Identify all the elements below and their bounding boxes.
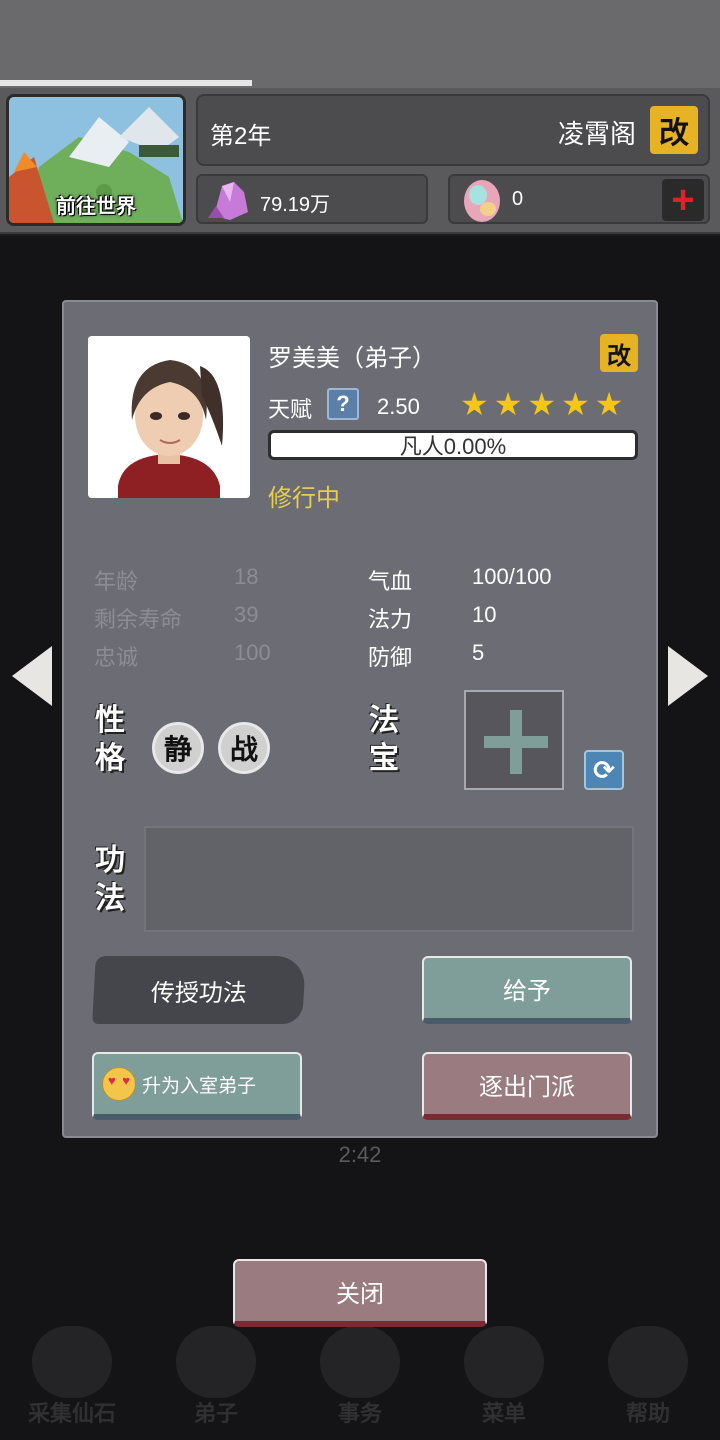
trait-badge[interactable]: 战	[218, 722, 270, 774]
treasure-title-char: 宝	[369, 742, 399, 775]
attr-label: 年龄	[94, 569, 139, 594]
attr-label: 忠诚	[94, 645, 139, 670]
disciple-name: 罗美美（弟子）	[268, 345, 436, 372]
talent-stars: ★ ★ ★ ★ ★	[460, 388, 623, 420]
rename-disciple-button[interactable]: 改	[600, 334, 638, 372]
disciple-icon	[176, 1326, 256, 1398]
nav-label: 帮助	[625, 1401, 670, 1426]
trait-badge[interactable]: 静	[152, 722, 204, 774]
attr-value: 5	[472, 640, 485, 665]
nav-menu[interactable]: 菜单	[432, 1320, 576, 1440]
star-icon: ★	[460, 386, 489, 422]
spirit-stone-value: 79.19万	[260, 194, 331, 216]
rename-sect-button[interactable]: 改	[650, 106, 698, 154]
next-disciple-arrow[interactable]	[668, 646, 708, 706]
sect-name: 凌霄阁	[557, 119, 636, 149]
personality-title: 性 格	[90, 702, 130, 778]
attr-label: 剩余寿命	[94, 607, 183, 632]
nav-label: 弟子	[193, 1401, 238, 1426]
attr-label: 气血	[368, 569, 413, 594]
expel-button[interactable]: 逐出门派	[422, 1052, 632, 1120]
spirit-stone-counter: 79.19万	[196, 174, 428, 224]
talent-help-button[interactable]: ?	[327, 388, 359, 420]
skills-title-char: 功	[95, 844, 125, 877]
teach-skill-button[interactable]: 传授功法	[92, 956, 306, 1024]
year-sect-panel: 第2年 凌霄阁 改	[196, 94, 710, 166]
talent-value: 2.50	[377, 394, 420, 419]
treasure-title-char: 法	[369, 704, 399, 737]
nav-disciples[interactable]: 弟子	[144, 1320, 288, 1440]
status-strip	[0, 0, 720, 88]
skills-list-area[interactable]	[144, 826, 634, 932]
star-icon: ★	[561, 386, 590, 422]
plus-icon: +	[671, 178, 695, 222]
treasure-title: 法 宝	[364, 702, 404, 778]
personality-title-char: 格	[95, 742, 125, 775]
disciple-detail-dialog: 罗美美（弟子） 改 天赋 ? 2.50 ★ ★ ★ ★ ★ 凡人0.00% 修行…	[62, 300, 658, 1138]
attr-value: 10	[472, 602, 497, 627]
attr-value: 100	[234, 640, 271, 665]
bottom-nav: 采集仙石 弟子 事务 菜单 帮助	[0, 1320, 720, 1440]
gem-value: 0	[512, 188, 524, 210]
skills-title: 功 法	[90, 842, 130, 918]
add-plus-icon	[510, 710, 522, 774]
cultivation-progress-label: 凡人0.00%	[399, 434, 507, 459]
nav-label: 采集仙石	[27, 1401, 116, 1426]
disciple-avatar-icon	[88, 336, 250, 498]
talent-label: 天赋	[268, 397, 313, 422]
nav-label: 菜单	[481, 1401, 526, 1426]
refresh-icon[interactable]: ⟳	[584, 750, 624, 790]
nav-gather-stones[interactable]: 采集仙石	[0, 1320, 144, 1440]
give-button[interactable]: 给予	[422, 956, 632, 1024]
scroll-icon	[320, 1326, 400, 1398]
attr-value: 18	[234, 564, 259, 589]
add-gems-button[interactable]: +	[662, 179, 704, 221]
loading-bar	[0, 80, 252, 86]
nav-help[interactable]: 帮助	[576, 1320, 720, 1440]
star-icon: ★	[594, 386, 624, 422]
gem-counter: 0 +	[448, 174, 710, 224]
heart-eyes-emoji-icon	[102, 1067, 136, 1101]
cultivation-progress-bar: 凡人0.00%	[268, 430, 638, 460]
menu-grid-icon	[464, 1326, 544, 1398]
attr-value: 39	[234, 602, 259, 627]
attr-label: 防御	[368, 645, 413, 670]
promote-label: 升为入室弟子	[142, 1075, 257, 1097]
skills-title-char: 法	[95, 882, 125, 915]
star-icon: ★	[493, 386, 523, 422]
personality-title-char: 性	[95, 704, 125, 737]
help-icon	[608, 1326, 688, 1398]
attr-value: 100/100	[472, 564, 552, 589]
spirit-stone-icon	[208, 182, 248, 220]
close-button[interactable]: 关闭	[233, 1259, 487, 1327]
go-to-world-label: 前往世界	[56, 196, 136, 218]
disciple-status: 修行中	[268, 485, 340, 512]
previous-disciple-arrow[interactable]	[12, 646, 52, 706]
disciple-portrait	[88, 336, 250, 498]
promote-disciple-button[interactable]: 升为入室弟子	[92, 1052, 302, 1120]
go-to-world-button[interactable]: 前往世界	[6, 94, 186, 226]
nav-affairs[interactable]: 事务	[288, 1320, 432, 1440]
treasure-slot-add[interactable]	[464, 690, 564, 790]
nav-label: 事务	[337, 1401, 382, 1426]
star-icon: ★	[527, 386, 557, 422]
year-label: 第2年	[210, 123, 272, 150]
background-timer: 2:42	[338, 1142, 382, 1167]
gem-egg-icon	[464, 180, 500, 222]
pickaxe-icon	[32, 1326, 112, 1398]
attr-label: 法力	[368, 607, 413, 632]
